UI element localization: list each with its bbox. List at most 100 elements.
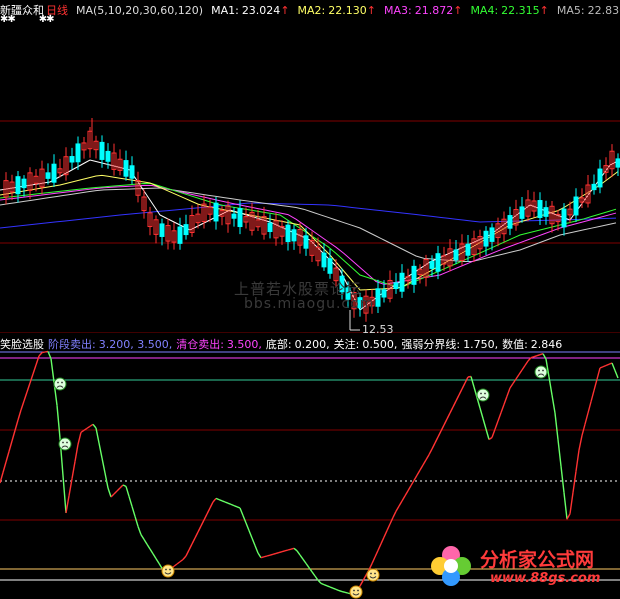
indicator-readout-5: 强弱分界线: 1.750, bbox=[401, 338, 498, 351]
indicator-curve-segment bbox=[191, 537, 196, 545]
indicator-curve-segment bbox=[449, 406, 454, 414]
candle-body bbox=[483, 230, 489, 247]
indicator-curve-segment bbox=[272, 552, 277, 555]
smiley-face-icon bbox=[366, 568, 380, 582]
sad-face-icon-eye bbox=[538, 369, 540, 372]
candle-body bbox=[435, 253, 441, 272]
indicator-curve-segment bbox=[125, 486, 130, 497]
readout-label: 关注: bbox=[333, 338, 360, 351]
indicator-curve-segment bbox=[32, 364, 37, 375]
indicator-panel[interactable]: 笑脸选股 阶段卖出: 3.200, 3.500, 清仓卖出: 3.500, 底部: 0.20… bbox=[0, 333, 620, 599]
indicator-readout-2: 清仓卖出: 3.500, bbox=[176, 338, 262, 351]
indicator-curve-segment bbox=[266, 554, 271, 557]
indicator-curve-segment bbox=[557, 439, 562, 467]
indicator-curve-segment bbox=[200, 519, 205, 527]
flower-logo-icon bbox=[431, 546, 471, 586]
price-chart-panel[interactable]: 新疆众和 日线 MA(5,10,20,30,60,120) MA1: 23.024↑ MA… bbox=[0, 0, 620, 336]
indicator-curve-segment bbox=[572, 471, 577, 493]
candle-body bbox=[15, 176, 21, 195]
candle-body bbox=[507, 215, 513, 229]
indicator-curve-segment bbox=[245, 522, 250, 531]
indicator-curve-segment bbox=[320, 582, 325, 586]
indicator-curve-segment bbox=[5, 451, 10, 463]
indicator-curve-segment bbox=[518, 369, 523, 375]
indicator-curve-segment bbox=[98, 442, 103, 459]
indicator-curve-segment bbox=[308, 567, 313, 573]
indicator-curve-segment bbox=[425, 454, 430, 461]
indicator-curve-segment bbox=[284, 549, 289, 552]
indicator-curve-segment bbox=[377, 543, 382, 551]
indicator-curve-segment bbox=[563, 492, 568, 520]
ma-value: 23.024 bbox=[241, 4, 281, 17]
indicator-curve-segment bbox=[455, 394, 460, 402]
indicator-curve-segment bbox=[326, 585, 331, 588]
indicator-curve-segment bbox=[254, 545, 259, 554]
readout-label: 底部: bbox=[265, 338, 292, 351]
candle-body bbox=[393, 282, 399, 290]
indicator-curve-segment bbox=[590, 390, 595, 402]
indicator-curve-segment bbox=[605, 363, 610, 367]
indicator-curve-segment bbox=[434, 436, 439, 444]
candle-body bbox=[75, 143, 81, 163]
readout-label: 数值: bbox=[502, 338, 528, 351]
candle-body bbox=[45, 172, 51, 179]
indicator-curve-segment bbox=[8, 440, 13, 452]
candle-body bbox=[285, 224, 291, 243]
indicator-curve-segment bbox=[371, 556, 376, 564]
indicator-curve-segment bbox=[26, 382, 31, 393]
readout-value: 0.200, bbox=[294, 338, 330, 351]
indicator-curve-segment bbox=[533, 355, 538, 358]
indicator-curve-segment bbox=[158, 563, 163, 569]
indicator-curve-segment bbox=[530, 356, 535, 359]
readout-value: 1.750, bbox=[463, 338, 499, 351]
indicator-curve-segment bbox=[428, 448, 433, 456]
smiley-face-icon bbox=[349, 585, 363, 599]
up-arrow-icon: ↑ bbox=[453, 4, 463, 17]
indicator-curve-segment bbox=[110, 493, 115, 498]
sad-face-icon-eye bbox=[542, 369, 544, 372]
indicator-curve-segment bbox=[92, 423, 97, 429]
indicator-curve-segment bbox=[137, 526, 142, 535]
indicator-curve-segment bbox=[575, 449, 580, 472]
candle-body bbox=[177, 226, 183, 244]
up-arrow-icon: ↑ bbox=[280, 4, 290, 17]
indicator-curve-segment bbox=[56, 405, 61, 439]
indicator-curve-segment bbox=[335, 588, 340, 592]
smiley-face-icon-eye bbox=[353, 589, 355, 592]
indicator-curve-segment bbox=[293, 547, 298, 552]
ma-params: MA(5,10,20,30,60,120) bbox=[76, 4, 204, 17]
indicator-curve-segment bbox=[194, 531, 199, 539]
candle-body bbox=[375, 288, 381, 307]
indicator-curve-segment bbox=[395, 505, 400, 512]
indicator-curve-segment bbox=[611, 362, 616, 371]
sad-face-icon-eye bbox=[61, 381, 63, 384]
event-markers: ✱✱ ✱✱ bbox=[0, 14, 54, 25]
candle-body bbox=[453, 249, 459, 261]
readout-label: 清仓卖出: bbox=[176, 338, 224, 351]
indicator-curve-segment bbox=[329, 586, 334, 589]
indicator-curve-segment bbox=[242, 515, 247, 524]
sad-face-icon bbox=[53, 377, 67, 391]
logo: 分析家公式网 www.88gs.com bbox=[426, 541, 620, 591]
indicator-curve-segment bbox=[443, 418, 448, 426]
indicator-curve-segment bbox=[413, 474, 418, 481]
indicator-curve-segment bbox=[146, 543, 151, 550]
indicator-curve-segment bbox=[551, 394, 556, 414]
indicator-curve-segment bbox=[401, 495, 406, 502]
candle-body bbox=[291, 229, 297, 242]
indicator-readout-6: 数值: 2.846 bbox=[502, 338, 562, 351]
readout-value: 3.200, 3.500, bbox=[98, 338, 173, 351]
indicator-curve-segment bbox=[296, 550, 301, 556]
indicator-curve-segment bbox=[554, 412, 559, 440]
smiley-face-icon bbox=[161, 564, 175, 578]
indicator-curve-segment bbox=[74, 444, 79, 462]
indicator-curve-segment bbox=[374, 550, 379, 558]
indicator-curve-segment bbox=[155, 558, 160, 564]
candle-body bbox=[303, 235, 309, 249]
indicator-curve-segment bbox=[38, 352, 43, 357]
smiley-face-icon-eye bbox=[370, 572, 372, 575]
sad-face-icon-eye bbox=[57, 381, 59, 384]
indicator-curve-segment bbox=[437, 430, 442, 438]
indicator-curve-segment bbox=[389, 517, 394, 525]
candle-body bbox=[159, 223, 165, 237]
